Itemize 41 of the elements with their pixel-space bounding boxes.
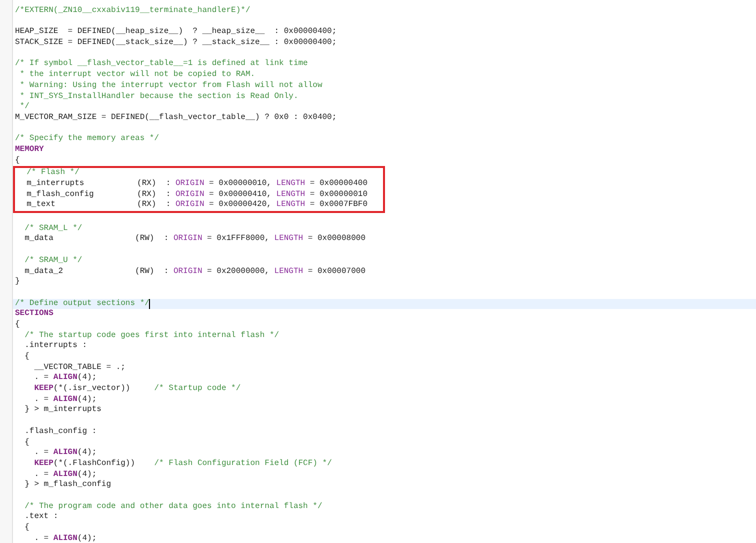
code-line: m_data_2 (RW) : ORIGIN = 0x20000000, LENGTH = 0x00007000 — [24, 266, 366, 278]
code-line: /* SRAM_U */ — [24, 256, 84, 266]
code-line: { — [24, 352, 30, 363]
code-line: /*EXTERN(_ZN10__cxxabiv119__terminate_handlerE)*/ — [14, 6, 252, 17]
code-line: } > m_flash_config — [24, 480, 112, 491]
code-line: /* The program code and other data goes into internal flash */ — [24, 502, 324, 512]
code-line: KEEP(*(.isr_vector)) /* Startup code */ — [33, 384, 242, 395]
code-line: { — [24, 523, 30, 534]
code-line: . = ALIGN(4); — [33, 470, 98, 480]
code-line: * the interrupt vector will not be copied to RAM. — [18, 70, 256, 81]
code-line: m_data (RW) : ORIGIN = 0x1FFF8000, LENGTH = 0x00008000 — [24, 234, 366, 246]
code-line: } > m_interrupts — [24, 405, 102, 416]
code-line: m_interrupts (RX) : ORIGIN = 0x00000010, LENGTH = 0x00000400 — [26, 179, 368, 190]
code-line: * INT_SYS_InstallHandler because the section is Read Only. — [18, 92, 300, 102]
code-line: . = ALIGN(4); — [33, 394, 98, 405]
code-line: /* SRAM_L */ — [24, 224, 84, 234]
code-line: /* If symbol __flash_vector_table__=1 is defined at link time — [14, 59, 309, 70]
code-line: __VECTOR_TABLE = .; — [33, 362, 126, 373]
code-line: SECTIONS — [14, 309, 54, 320]
code-line: /* The startup code goes first into internal flash */ — [24, 330, 280, 341]
code-line: .text : — [24, 512, 60, 523]
code-line: /* Flash */ — [26, 168, 80, 179]
code-line: M_VECTOR_RAM_SIZE = DEFINED(__flash_vector_table__) ? 0x0 : 0x0400; — [14, 112, 338, 124]
code-line: m_text (RX) : ORIGIN = 0x00000420, LENGTH = 0x0007FBF0 — [26, 200, 368, 212]
code-line: MEMORY — [14, 144, 45, 156]
code-line: KEEP(*(.FlashConfig)) /* Flash Configuration Field (FCF) */ — [33, 458, 333, 470]
code-line: { — [14, 320, 21, 331]
code-line: m_flash_config (RX) : ORIGIN = 0x00000410, LENGTH = 0x00000010 — [26, 190, 368, 200]
code-line: . = ALIGN(4); — [33, 534, 98, 543]
code-line: .interrupts : — [24, 341, 88, 352]
code-line: { — [24, 438, 30, 448]
code-line: HEAP_SIZE = DEFINED(__heap_size__) ? __heap_size__ : 0x00000400; — [14, 27, 338, 38]
code-line: .flash_config : — [24, 426, 98, 438]
code-line: */ — [18, 102, 30, 113]
code-line: STACK_SIZE = DEFINED(__stack_size__) ? __stack_size__ : 0x00000400; — [14, 38, 338, 49]
code-line: * Warning: Using the interrupt vector from Flash will not allow — [18, 80, 324, 92]
code-line: } — [14, 277, 21, 288]
code-line: { — [14, 156, 21, 166]
code-line: . = ALIGN(4); — [33, 448, 98, 459]
code-line: /* Specify the memory areas */ — [14, 134, 160, 145]
code-line: . = ALIGN(4); — [33, 373, 98, 384]
